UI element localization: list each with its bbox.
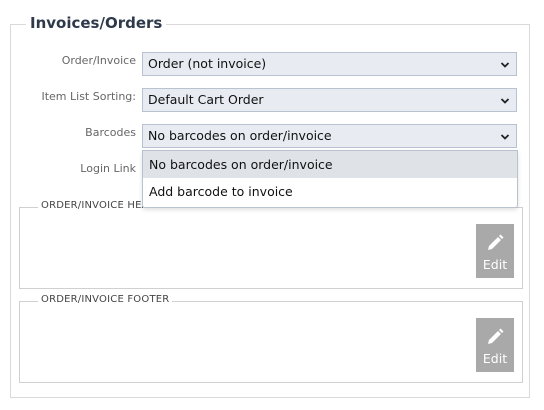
order-invoice-value: Order (not invoice) (148, 56, 267, 71)
panel-title: Invoices/Orders (26, 14, 167, 32)
chevron-down-icon (500, 62, 510, 68)
order-invoice-select[interactable]: Order (not invoice) (142, 52, 517, 76)
dropdown-option[interactable]: No barcodes on order/invoice (143, 151, 517, 178)
barcodes-label: Barcodes (85, 126, 136, 139)
item-list-sorting-value: Default Cart Order (148, 92, 264, 107)
edit-footer-button[interactable]: Edit (476, 318, 514, 372)
barcodes-dropdown-list: No barcodes on order/invoice Add barcode… (142, 150, 518, 208)
item-list-sorting-select[interactable]: Default Cart Order (142, 88, 517, 112)
section-title: ORDER/INVOICE FOOTER (38, 294, 173, 305)
barcodes-select[interactable]: No barcodes on order/invoice (142, 124, 517, 148)
order-invoice-header-section: ORDER/INVOICE HEADER Edit (19, 200, 523, 289)
pencil-icon (488, 328, 504, 344)
barcodes-value: No barcodes on order/invoice (148, 128, 332, 143)
chevron-down-icon (500, 134, 510, 140)
item-list-sorting-label: Item List Sorting: (41, 90, 136, 103)
order-invoice-footer-section: ORDER/INVOICE FOOTER Edit (19, 294, 523, 383)
dropdown-option[interactable]: Add barcode to invoice (143, 178, 517, 205)
chevron-down-icon (500, 98, 510, 104)
edit-header-button[interactable]: Edit (476, 224, 514, 278)
pencil-icon (488, 234, 504, 250)
order-invoice-label: Order/Invoice (61, 54, 136, 67)
login-link-label: Login Link (80, 162, 136, 175)
edit-label: Edit (482, 351, 508, 366)
edit-label: Edit (482, 257, 508, 272)
